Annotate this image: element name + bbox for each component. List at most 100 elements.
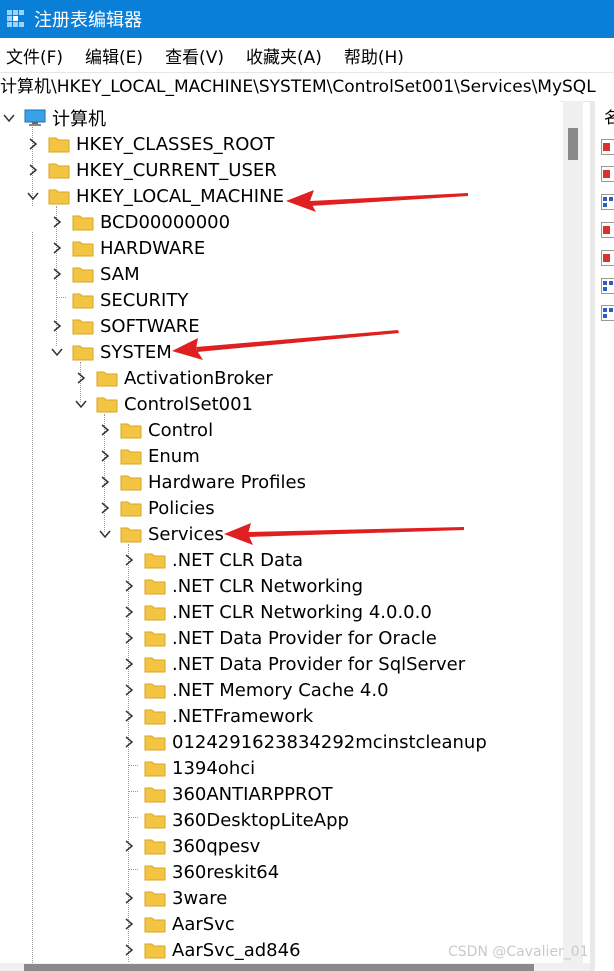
folder-icon bbox=[120, 473, 142, 491]
tree-node-enum[interactable]: Enum bbox=[98, 443, 200, 469]
folder-icon bbox=[144, 655, 166, 673]
tree-node-services[interactable]: Services bbox=[98, 521, 224, 547]
tree-node-service[interactable]: .NET CLR Data bbox=[122, 547, 303, 573]
tree-scrollbar-thumb[interactable] bbox=[568, 128, 578, 160]
folder-icon bbox=[48, 187, 70, 205]
chevron-right-icon[interactable] bbox=[74, 371, 88, 385]
tree-node-activationbroker[interactable]: ActivationBroker bbox=[74, 365, 273, 391]
chevron-right-icon[interactable] bbox=[98, 423, 112, 437]
tree-node-label: HKEY_LOCAL_MACHINE bbox=[76, 185, 284, 207]
chevron-right-icon[interactable] bbox=[122, 657, 136, 671]
tree-node-service[interactable]: 360qpesv bbox=[122, 833, 260, 859]
chevron-right-icon[interactable] bbox=[98, 501, 112, 515]
tree-node-service[interactable]: 360DesktopLiteApp bbox=[144, 807, 349, 833]
folder-icon bbox=[144, 733, 166, 751]
chevron-right-icon[interactable] bbox=[50, 319, 64, 333]
tree-node-bcd[interactable]: BCD00000000 bbox=[50, 209, 230, 235]
menu-favorites[interactable]: 收藏夹(A) bbox=[246, 43, 322, 68]
tree-node-label: AarSvc bbox=[172, 913, 235, 935]
tree-node-service[interactable]: AarSvc_ad846 bbox=[122, 937, 301, 963]
chevron-right-icon[interactable] bbox=[50, 267, 64, 281]
folder-icon bbox=[144, 759, 166, 777]
tree-node-hkey-local-machine[interactable]: HKEY_LOCAL_MACHINE bbox=[26, 183, 284, 209]
tree-node-label: 360ANTIARPPROT bbox=[172, 783, 333, 805]
chevron-down-icon[interactable] bbox=[50, 345, 64, 359]
tree-node-software[interactable]: SOFTWARE bbox=[50, 313, 200, 339]
tree-node-label: HKEY_CURRENT_USER bbox=[76, 159, 277, 181]
chevron-right-icon[interactable] bbox=[122, 735, 136, 749]
chevron-right-icon[interactable] bbox=[50, 241, 64, 255]
column-header-name[interactable]: 名 bbox=[604, 104, 614, 128]
tree-node-security[interactable]: SECURITY bbox=[72, 287, 188, 313]
folder-icon bbox=[72, 239, 94, 257]
menu-view[interactable]: 查看(V) bbox=[165, 43, 224, 68]
chevron-right-icon[interactable] bbox=[122, 553, 136, 567]
tree-node-system[interactable]: SYSTEM bbox=[50, 339, 172, 365]
tree-node-service[interactable]: .NET Data Provider for SqlServer bbox=[122, 651, 465, 677]
tree-node-policies[interactable]: Policies bbox=[98, 495, 215, 521]
chevron-right-icon[interactable] bbox=[122, 709, 136, 723]
tree-node-service[interactable]: 360reskit64 bbox=[144, 859, 279, 885]
tree-node-label: SYSTEM bbox=[100, 341, 172, 363]
chevron-right-icon[interactable] bbox=[122, 891, 136, 905]
tree-node-label: Enum bbox=[148, 445, 200, 467]
chevron-down-icon[interactable] bbox=[74, 397, 88, 411]
tree-node-label: .NET Data Provider for SqlServer bbox=[172, 653, 466, 675]
tree-node-label: 3ware bbox=[172, 887, 228, 909]
horizontal-scrollbar-thumb[interactable] bbox=[24, 964, 534, 971]
chevron-right-icon[interactable] bbox=[26, 163, 40, 177]
folder-icon bbox=[120, 525, 142, 543]
chevron-down-icon[interactable] bbox=[98, 527, 112, 541]
chevron-right-icon[interactable] bbox=[122, 943, 136, 957]
folder-icon bbox=[120, 499, 142, 517]
tree-node-hkey-classes-root[interactable]: HKEY_CLASSES_ROOT bbox=[26, 131, 275, 157]
chevron-right-icon[interactable] bbox=[26, 137, 40, 151]
chevron-right-icon[interactable] bbox=[122, 839, 136, 853]
tree-node-service[interactable]: .NET Data Provider for Oracle bbox=[122, 625, 437, 651]
tree-node-service[interactable]: .NET CLR Networking 4.0.0.0 bbox=[122, 599, 432, 625]
tree-node-controlset001[interactable]: ControlSet001 bbox=[74, 391, 253, 417]
tree-node-service[interactable]: 1394ohci bbox=[144, 755, 255, 781]
tree-node-control[interactable]: Control bbox=[98, 417, 213, 443]
menu-file[interactable]: 文件(F) bbox=[6, 43, 63, 68]
tree-node-service[interactable]: 0124291623834292mcinstcleanup bbox=[122, 729, 487, 755]
chevron-right-icon[interactable] bbox=[122, 579, 136, 593]
tree-node-service[interactable]: .NET CLR Networking bbox=[122, 573, 363, 599]
tree-node-hkey-current-user[interactable]: HKEY_CURRENT_USER bbox=[26, 157, 277, 183]
tree-node-service[interactable]: 3ware bbox=[122, 885, 227, 911]
chevron-right-icon[interactable] bbox=[122, 683, 136, 697]
tree-node-hardware-profiles[interactable]: Hardware Profiles bbox=[98, 469, 306, 495]
tree-node-sam[interactable]: SAM bbox=[50, 261, 140, 287]
chevron-down-icon[interactable] bbox=[26, 189, 40, 203]
folder-icon bbox=[48, 161, 70, 179]
chevron-down-icon[interactable] bbox=[2, 111, 16, 125]
tree-node-label: .NETFramework bbox=[172, 705, 314, 727]
chevron-right-icon[interactable] bbox=[98, 449, 112, 463]
folder-icon bbox=[72, 265, 94, 283]
string-value-icon bbox=[601, 166, 614, 182]
tree-node-service[interactable]: .NET Memory Cache 4.0 bbox=[122, 677, 389, 703]
chevron-right-icon[interactable] bbox=[50, 215, 64, 229]
tree-node-service[interactable]: 360ANTIARPPROT bbox=[144, 781, 333, 807]
tree-node-label: 0124291623834292mcinstcleanup bbox=[172, 731, 487, 753]
folder-icon bbox=[96, 395, 118, 413]
menu-edit[interactable]: 编辑(E) bbox=[85, 43, 143, 68]
chevron-right-icon[interactable] bbox=[122, 605, 136, 619]
chevron-right-icon[interactable] bbox=[122, 631, 136, 645]
tree-node-hardware[interactable]: HARDWARE bbox=[50, 235, 205, 261]
string-value-icon bbox=[601, 250, 614, 266]
tree-node-label: ControlSet001 bbox=[124, 393, 253, 415]
folder-icon bbox=[120, 421, 142, 439]
tree-vertical-scrollbar[interactable] bbox=[563, 101, 583, 963]
menu-help[interactable]: 帮助(H) bbox=[344, 43, 404, 68]
tree-node-computer[interactable]: 计算机 bbox=[2, 105, 106, 131]
chevron-right-icon[interactable] bbox=[98, 475, 112, 489]
chevron-right-icon[interactable] bbox=[122, 917, 136, 931]
folder-icon bbox=[120, 447, 142, 465]
tree-node-service[interactable]: .NETFramework bbox=[122, 703, 313, 729]
registry-tree[interactable]: 计算机 HKEY_CLASSES_ROOT HKEY_CURRENT_USER … bbox=[0, 101, 560, 963]
folder-icon bbox=[144, 915, 166, 933]
address-bar[interactable]: 计算机\HKEY_LOCAL_MACHINE\SYSTEM\ControlSet… bbox=[0, 72, 614, 102]
tree-node-label: Hardware Profiles bbox=[148, 471, 306, 493]
tree-node-service[interactable]: AarSvc bbox=[122, 911, 235, 937]
